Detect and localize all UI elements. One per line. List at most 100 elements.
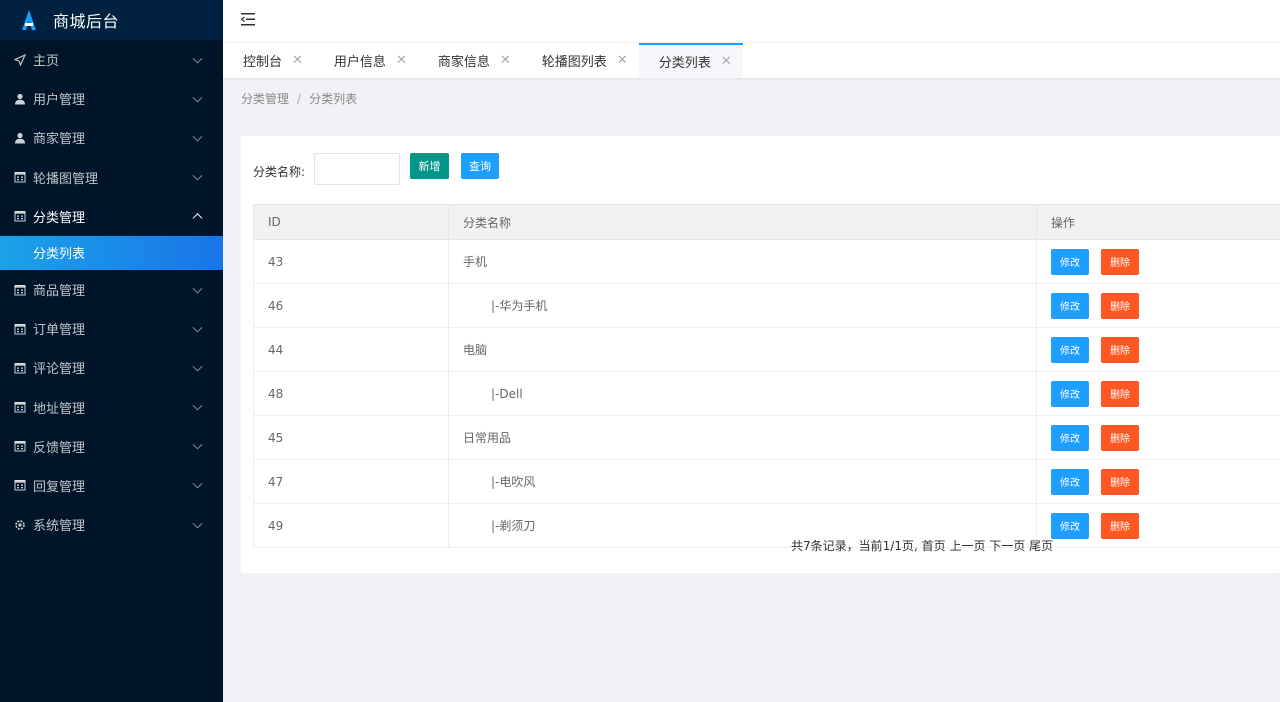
delete-button[interactable]: 删除 [1101,248,1139,275]
tab-0[interactable]: 控制台 ✕ [223,43,314,78]
chevron-down-icon [192,479,203,490]
row-actions: 修改 删除 [1051,380,1280,407]
pager-summary: 共7条记录，当前1/1页, [791,539,918,553]
chevron-down-icon [192,131,203,142]
cell-id: 48 [253,371,449,416]
pager-last[interactable]: 尾页 [1029,539,1053,553]
delete-button[interactable]: 删除 [1101,292,1139,319]
edit-button[interactable]: 修改 [1051,512,1089,539]
calendar-icon [14,401,26,413]
cell-actions: 修改 删除 [1036,283,1280,328]
table-row: 46 |-华为手机 修改 删除 [253,283,1280,328]
menu-fold-icon[interactable] [241,13,255,26]
sidebar-subitem-category-list[interactable]: 分类列表 [0,235,223,270]
sidebar: 商城后台 主页 用户管理商家管理轮播图管理分类管理分类列表商品管理订单管理 评论管理… [0,0,223,702]
calendar-icon [14,171,26,183]
sidebar-item-2[interactable]: 商家管理 [0,118,223,157]
cell-id: 45 [253,415,449,460]
calendar-icon [14,323,26,335]
sidebar-item-3[interactable]: 轮播图管理 [0,158,223,197]
chevron-down-icon [192,400,203,411]
close-icon[interactable]: ✕ [500,53,511,68]
user-icon [14,132,26,144]
sidebar-item-5[interactable]: 商品管理 [0,270,223,309]
calendar-icon [14,210,26,222]
tab-label: 分类列表 [658,56,711,71]
user-icon [14,93,26,105]
sidebar-item-6[interactable]: 订单管理 [0,309,223,348]
tab-4[interactable]: 分类列表 ✕ [638,43,743,78]
tab-3[interactable]: 轮播图列表 ✕ [522,43,639,78]
chevron-down-icon [192,361,203,372]
tab-1[interactable]: 用户信息 ✕ [314,43,418,78]
close-icon[interactable]: ✕ [721,54,732,69]
tab-label: 商家信息 [437,55,490,70]
pager-prev[interactable]: 上一页 [949,539,985,553]
table-row: 43 手机 修改 删除 [253,239,1280,284]
sidebar-item-label: 回复管理 [33,479,86,495]
close-icon[interactable]: ✕ [617,53,628,68]
sidebar-item-4[interactable]: 分类管理 [0,197,223,236]
logo: 商城后台 [0,0,223,40]
delete-button[interactable]: 删除 [1101,380,1139,407]
edit-button[interactable]: 修改 [1051,248,1089,275]
chevron-down-icon [192,53,203,64]
column-header-name: 分类名称 [448,204,1037,240]
table-row: 45 日常用品 修改 删除 [253,415,1280,460]
sidebar-item-8[interactable]: 地址管理 [0,388,223,427]
edit-button[interactable]: 修改 [1051,336,1089,363]
row-actions: 修改 删除 [1051,248,1280,275]
tab-2[interactable]: 商家信息 ✕ [418,43,522,78]
table-row: 49 |-剃须刀 修改 删除 [253,503,1280,548]
category-table: ID 分类名称 操作 43 手机 修改 删除 46 |-华为手机 修改 删除 44 电脑 修改 删除 4… [253,204,1280,548]
cell-actions: 修改 删除 [1036,239,1280,284]
edit-button[interactable]: 修改 [1051,292,1089,319]
sidebar-item-label: 分类管理 [33,210,86,226]
delete-button[interactable]: 删除 [1101,424,1139,451]
chevron-down-icon [192,170,203,181]
sidebar-item-label: 地址管理 [33,401,86,417]
gear-icon [14,519,26,531]
calendar-icon [14,284,26,296]
cell-category-name: 电脑 [448,327,1037,372]
sidebar-item-label: 商品管理 [33,284,86,300]
edit-button[interactable]: 修改 [1051,424,1089,451]
top-header [223,0,1280,42]
pager-next[interactable]: 下一页 [989,539,1025,553]
cell-id: 43 [253,239,449,284]
delete-button[interactable]: 删除 [1101,468,1139,495]
sidebar-item-1[interactable]: 用户管理 [0,79,223,118]
breadcrumb-parent[interactable]: 分类管理 [241,92,289,106]
close-icon[interactable]: ✕ [292,53,303,68]
breadcrumb-current: 分类列表 [309,92,358,106]
table-body: 43 手机 修改 删除 46 |-华为手机 修改 删除 44 电脑 修改 删除 48 |-Dell 修改 删除… [253,239,1280,548]
close-icon[interactable]: ✕ [396,53,407,68]
sidebar-item-11[interactable]: 系统管理 [0,505,223,544]
pager-first[interactable]: 首页 [922,539,946,553]
chevron-down-icon [192,283,203,294]
cell-actions: 修改 删除 [1036,503,1280,548]
edit-button[interactable]: 修改 [1051,380,1089,407]
cell-category-name: |-Dell [448,371,1037,416]
sidebar-item-7[interactable]: 评论管理 [0,348,223,387]
tab-label: 控制台 [243,55,283,70]
category-name-input[interactable] [314,153,400,185]
column-header-id: ID [253,204,449,240]
content-card: 分类名称: 新增 查询 ID 分类名称 操作 43 手机 修改 删除 46 |-华为手机修… [241,136,1280,573]
cell-actions: 修改 删除 [1036,459,1280,504]
delete-button[interactable]: 删除 [1101,336,1139,363]
cell-category-name: |-华为手机 [448,283,1037,328]
chevron-down-icon [192,92,203,103]
cell-actions: 修改 删除 [1036,327,1280,372]
calendar-icon [14,479,26,491]
sidebar-item-label: 商家管理 [33,132,86,148]
sidebar-item-0[interactable]: 主页 [0,40,223,79]
query-button[interactable]: 查询 [461,153,499,179]
delete-button[interactable]: 删除 [1101,512,1139,539]
add-button[interactable]: 新增 [410,153,449,179]
column-header-actions: 操作 [1036,204,1280,240]
edit-button[interactable]: 修改 [1051,468,1089,495]
sidebar-item-10[interactable]: 回复管理 [0,466,223,505]
paper-plane-icon [14,53,26,66]
sidebar-item-9[interactable]: 反馈管理 [0,427,223,466]
